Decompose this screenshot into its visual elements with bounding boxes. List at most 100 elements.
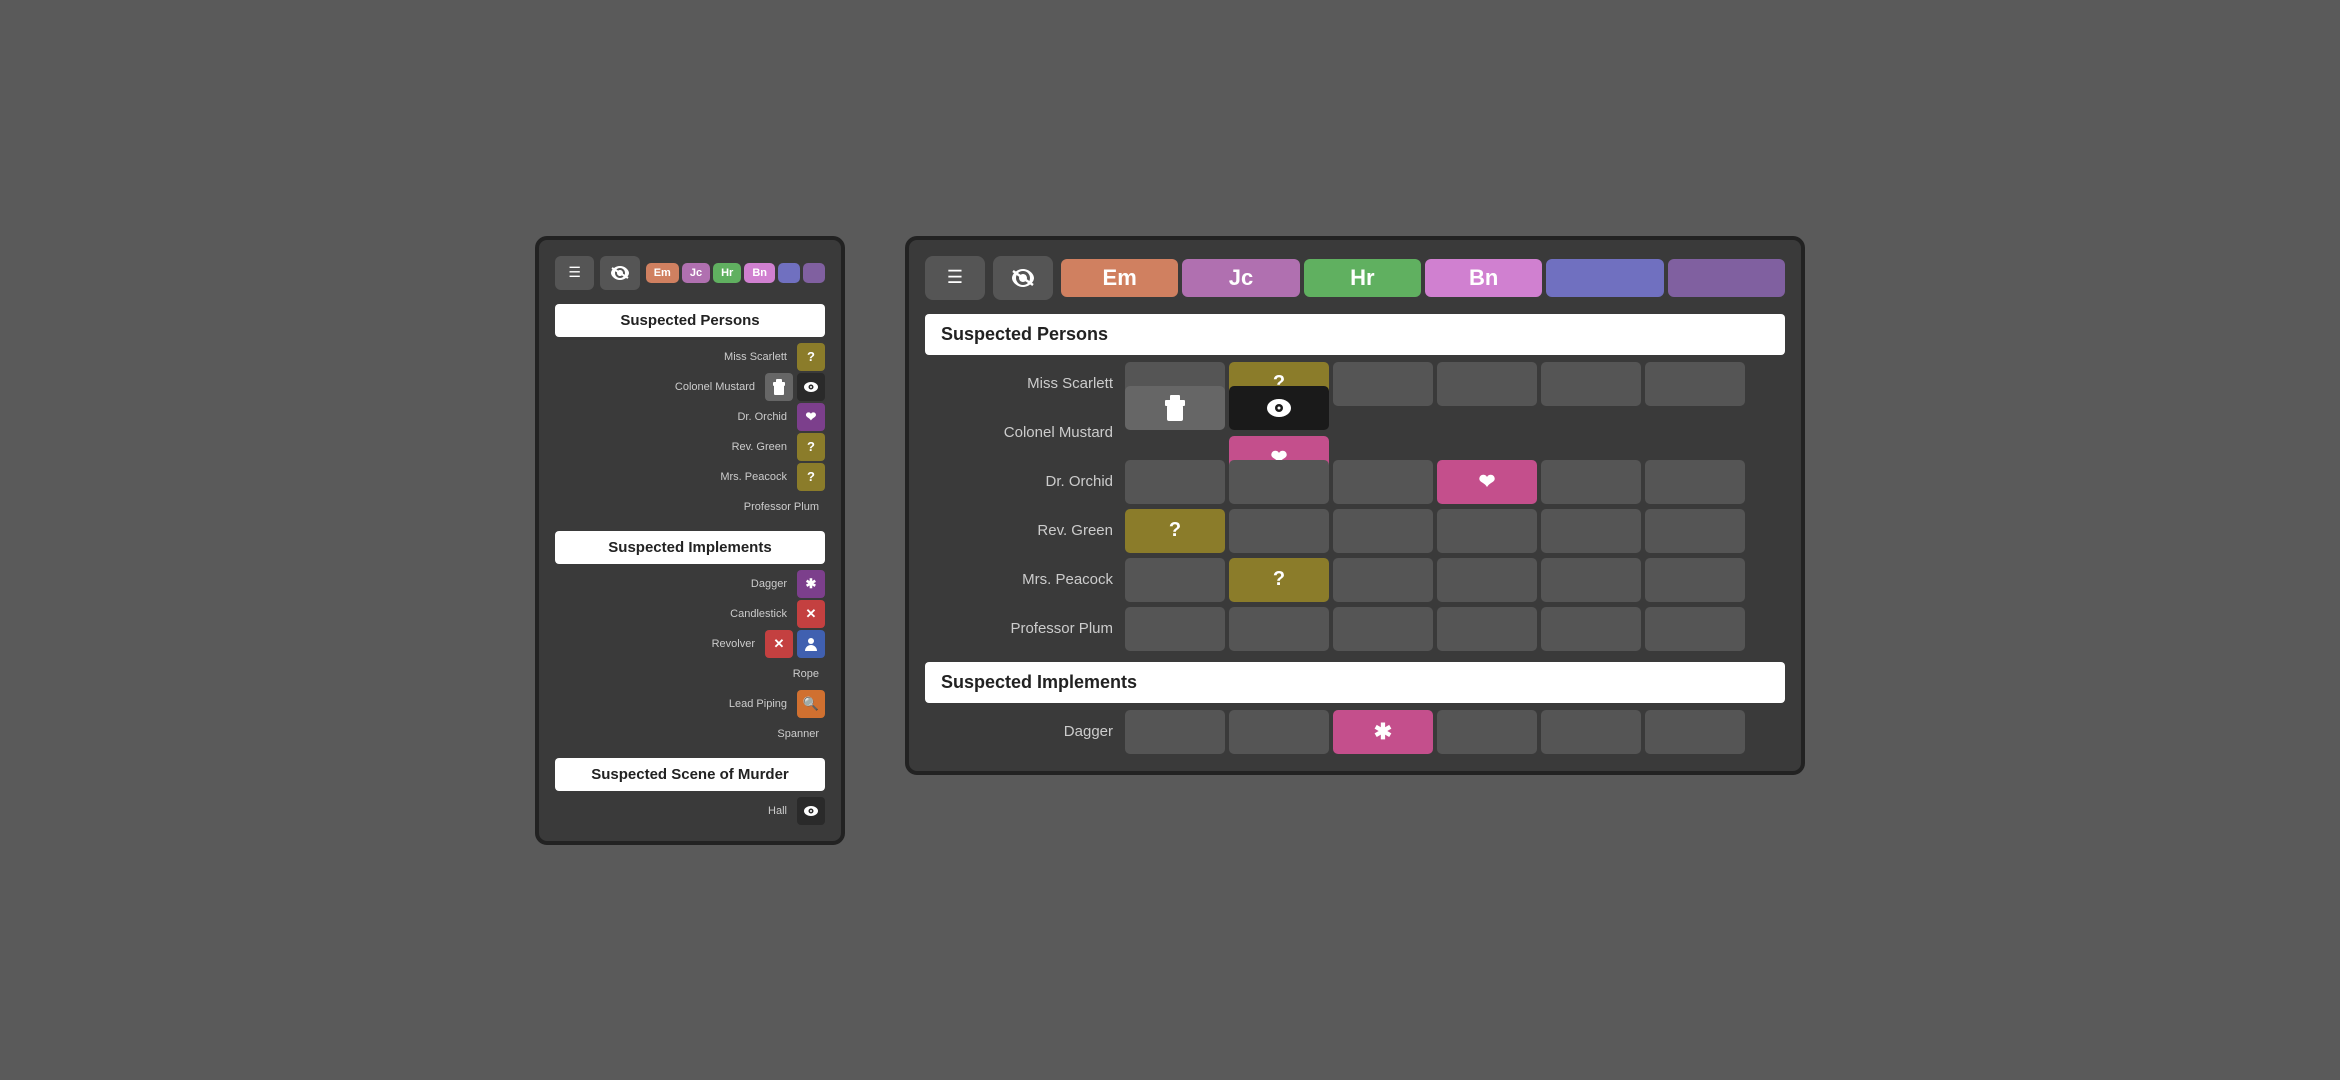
large-menu-button[interactable]: ☰	[925, 256, 985, 300]
large-cell-pp-hr[interactable]	[1333, 607, 1433, 651]
large-cell-mp-5[interactable]	[1541, 558, 1641, 602]
small-tab-5[interactable]	[778, 263, 800, 283]
small-row-lead-piping: Lead Piping 🔍	[555, 690, 825, 718]
large-cell-pp-jc[interactable]	[1229, 607, 1329, 651]
large-tab-5[interactable]	[1546, 259, 1663, 297]
large-cell-do-6[interactable]	[1645, 460, 1745, 504]
small-tab-jc[interactable]: Jc	[682, 263, 710, 283]
small-label-hall: Hall	[555, 805, 793, 817]
large-cell-mp-jc[interactable]: ?	[1229, 558, 1329, 602]
small-cell-rev-green-em[interactable]: ?	[797, 433, 825, 461]
large-cell-do-hr[interactable]	[1333, 460, 1433, 504]
small-cell-lead-piping-em[interactable]: 🔍	[797, 690, 825, 718]
small-toolbar: ☰ Em Jc Hr Bn	[555, 256, 825, 290]
large-row-mrs-peacock: Mrs. Peacock ?	[925, 557, 1785, 603]
small-persons-section: Suspected Persons Miss Scarlett ? Colone…	[555, 304, 825, 521]
small-label-candlestick: Candlestick	[555, 608, 793, 620]
small-tab-6[interactable]	[803, 263, 825, 283]
large-toolbar: ☰ Em Jc Hr Bn	[925, 256, 1785, 300]
small-cell-colonel-mustard-hr[interactable]	[797, 373, 825, 401]
large-cell-da-em[interactable]	[1125, 710, 1225, 754]
small-row-colonel-mustard: Colonel Mustard	[555, 373, 825, 401]
large-label-dr-orchid: Dr. Orchid	[925, 473, 1125, 490]
small-menu-button[interactable]: ☰	[555, 256, 594, 290]
large-cell-rg-5[interactable]	[1541, 509, 1641, 553]
small-label-miss-scarlett: Miss Scarlett	[555, 351, 793, 363]
large-persons-rows: Miss Scarlett ? Colonel Mustard	[925, 361, 1785, 652]
large-cell-do-em[interactable]	[1125, 460, 1225, 504]
large-cell-da-jc[interactable]	[1229, 710, 1329, 754]
large-cell-da-bn[interactable]	[1437, 710, 1537, 754]
large-persons-section: Suspected Persons Miss Scarlett ?	[925, 314, 1785, 652]
small-player-tabs: Em Jc Hr Bn	[646, 263, 825, 283]
large-cell-do-jc[interactable]	[1229, 460, 1329, 504]
large-label-mrs-peacock: Mrs. Peacock	[925, 571, 1125, 588]
small-tab-bn[interactable]: Bn	[744, 263, 775, 283]
small-cell-hall-em[interactable]	[797, 797, 825, 825]
large-tab-em[interactable]: Em	[1061, 259, 1178, 297]
small-scene-section: Suspected Scene of Murder Hall	[555, 758, 825, 825]
large-cell-cm-eye[interactable]	[1229, 386, 1329, 430]
small-row-miss-scarlett: Miss Scarlett ?	[555, 343, 825, 371]
small-cell-candlestick-em[interactable]: ✕	[797, 600, 825, 628]
large-tab-jc[interactable]: Jc	[1182, 259, 1299, 297]
small-cell-dagger-jc[interactable]: ✱	[797, 570, 825, 598]
small-cell-colonel-mustard-em[interactable]	[765, 373, 793, 401]
small-label-mrs-peacock: Mrs. Peacock	[555, 471, 793, 483]
large-row-colonel-mustard: Colonel Mustard ❤	[925, 410, 1785, 456]
large-label-colonel-mustard: Colonel Mustard	[925, 424, 1125, 441]
large-tab-6[interactable]	[1668, 259, 1785, 297]
small-persons-header: Suspected Persons	[555, 304, 825, 337]
large-cell-rg-em[interactable]: ?	[1125, 509, 1225, 553]
small-label-revolver: Revolver	[555, 638, 761, 650]
large-cell-pp-5[interactable]	[1541, 607, 1641, 651]
small-cell-revolver-jc[interactable]	[797, 630, 825, 658]
large-cell-da-6[interactable]	[1645, 710, 1745, 754]
small-label-rev-green: Rev. Green	[555, 441, 793, 453]
small-label-dagger: Dagger	[555, 578, 793, 590]
large-cell-pp-bn[interactable]	[1437, 607, 1537, 651]
large-label-rev-green: Rev. Green	[925, 522, 1125, 539]
large-player-tabs: Em Jc Hr Bn	[1061, 259, 1785, 297]
small-cell-miss-scarlett-em[interactable]: ?	[797, 343, 825, 371]
small-row-revolver: Revolver ✕	[555, 630, 825, 658]
large-persons-header: Suspected Persons	[925, 314, 1785, 355]
large-cells-dagger: ✱	[1125, 710, 1785, 754]
small-label-dr-orchid: Dr. Orchid	[555, 411, 793, 423]
large-cell-mp-hr[interactable]	[1333, 558, 1433, 602]
large-cell-da-5[interactable]	[1541, 710, 1641, 754]
large-tab-bn[interactable]: Bn	[1425, 259, 1542, 297]
large-cell-mp-bn[interactable]	[1437, 558, 1537, 602]
large-cell-do-bn[interactable]: ❤	[1437, 460, 1537, 504]
large-cell-rg-6[interactable]	[1645, 509, 1745, 553]
large-cell-rg-hr[interactable]	[1333, 509, 1433, 553]
large-cell-rg-bn[interactable]	[1437, 509, 1537, 553]
small-eye-button[interactable]	[600, 256, 639, 290]
small-row-hall: Hall	[555, 797, 825, 825]
large-cells-rev-green: ?	[1125, 509, 1785, 553]
small-tab-hr[interactable]: Hr	[713, 263, 741, 283]
small-implements-rows: Dagger ✱ Candlestick ✕ Revolver ✕ Rope	[555, 570, 825, 748]
large-cell-rg-jc[interactable]	[1229, 509, 1329, 553]
small-cell-dr-orchid-bn[interactable]: ❤	[797, 403, 825, 431]
large-cells-professor-plum	[1125, 607, 1785, 651]
small-tab-em[interactable]: Em	[646, 263, 679, 283]
large-cell-mp-6[interactable]	[1645, 558, 1745, 602]
large-cell-pp-6[interactable]	[1645, 607, 1745, 651]
large-tab-hr[interactable]: Hr	[1304, 259, 1421, 297]
large-implements-rows: Dagger ✱	[925, 709, 1785, 755]
small-row-dr-orchid: Dr. Orchid ❤	[555, 403, 825, 431]
large-cell-do-5[interactable]	[1541, 460, 1641, 504]
large-label-professor-plum: Professor Plum	[925, 620, 1125, 637]
small-row-mrs-peacock: Mrs. Peacock ?	[555, 463, 825, 491]
small-label-colonel-mustard: Colonel Mustard	[555, 381, 761, 393]
large-cell-cm-em[interactable]	[1125, 386, 1225, 430]
large-eye-button[interactable]	[993, 256, 1053, 300]
large-cell-pp-em[interactable]	[1125, 607, 1225, 651]
large-cell-da-hr[interactable]: ✱	[1333, 710, 1433, 754]
large-row-professor-plum: Professor Plum	[925, 606, 1785, 652]
small-cell-revolver-em[interactable]: ✕	[765, 630, 793, 658]
small-cell-mrs-peacock-jc[interactable]: ?	[797, 463, 825, 491]
small-panel: ☰ Em Jc Hr Bn Suspected Persons M	[535, 236, 845, 845]
large-cell-mp-em[interactable]	[1125, 558, 1225, 602]
